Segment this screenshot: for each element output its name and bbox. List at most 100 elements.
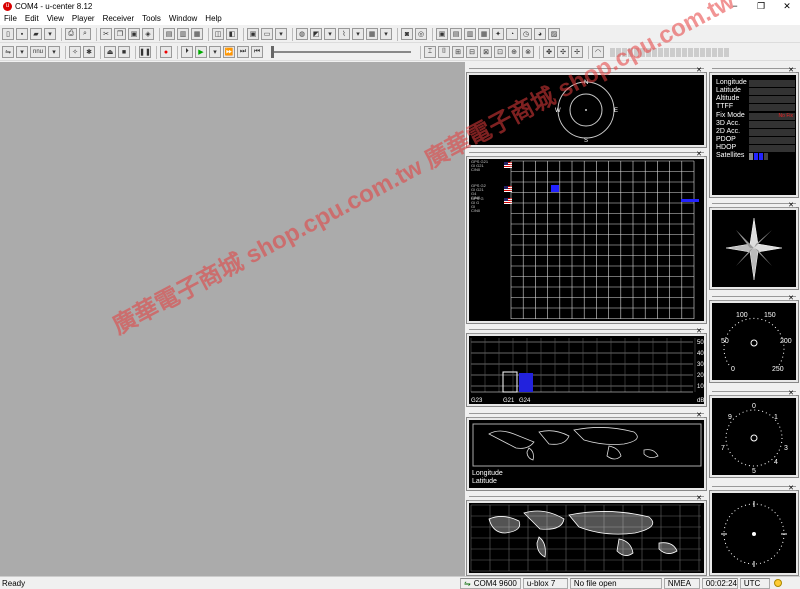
- panel-titlebar[interactable]: [712, 203, 796, 208]
- eject-icon[interactable]: ⏏: [104, 46, 116, 58]
- save-icon[interactable]: ▪: [16, 28, 28, 40]
- panel-close-icon[interactable]: ✕: [788, 389, 794, 397]
- panel-titlebar[interactable]: [712, 296, 796, 301]
- signal-strength-view[interactable]: ✕ 50 40 30 20 10 G23 G21 G24 dB: [466, 328, 707, 407]
- menu-edit[interactable]: Edit: [21, 14, 43, 23]
- data-view-icon[interactable]: ▦: [478, 28, 490, 40]
- print-icon[interactable]: ⎙: [65, 28, 77, 40]
- highlight-icon[interactable]: ◈: [142, 28, 154, 40]
- menu-file[interactable]: File: [0, 14, 21, 23]
- map-view-icon[interactable]: ▨: [548, 28, 560, 40]
- satellite-info-icon[interactable]: ✢: [571, 46, 583, 58]
- close-button[interactable]: ✕: [774, 0, 800, 12]
- antenna-icon[interactable]: ⊗: [522, 46, 534, 58]
- panel-close-icon[interactable]: ✕: [788, 294, 794, 302]
- panel-close-icon[interactable]: ✕: [788, 66, 794, 74]
- menu-player[interactable]: Player: [68, 14, 99, 23]
- clock-config-icon[interactable]: ⊠: [480, 46, 492, 58]
- deviation-map-icon[interactable]: ◙: [401, 28, 413, 40]
- skip-end-icon[interactable]: ⏭: [237, 46, 249, 58]
- clock-view-icon[interactable]: ◷: [520, 28, 532, 40]
- sky-view-icon[interactable]: ◎: [415, 28, 427, 40]
- chart-view-icon[interactable]: ◩: [310, 28, 322, 40]
- record-icon[interactable]: ●: [160, 46, 172, 58]
- panel-close-icon[interactable]: ✕: [696, 150, 702, 158]
- dropdown-arrow-icon[interactable]: ▾: [16, 46, 28, 58]
- panel-titlebar[interactable]: [712, 486, 796, 491]
- panel-titlebar[interactable]: [469, 496, 704, 501]
- autobaud-wand-icon[interactable]: ✧: [69, 46, 81, 58]
- print-preview-icon[interactable]: ⌕: [79, 28, 91, 40]
- nav-icon[interactable]: ⊟: [466, 46, 478, 58]
- window-tile-icon[interactable]: ◫: [212, 28, 224, 40]
- rewind-icon[interactable]: ⏮: [251, 46, 263, 58]
- table-view-icon[interactable]: ▦: [366, 28, 378, 40]
- message-icon[interactable]: ⌷: [438, 46, 450, 58]
- panel-titlebar[interactable]: [469, 68, 704, 73]
- open-folder-icon[interactable]: ▰: [30, 28, 42, 40]
- satellite-grid-view[interactable]: ✕ GPS G21 Gl G21 C/N0 GPS G2 Gl G21 G4 C…: [466, 151, 707, 324]
- window-icon[interactable]: ▭: [261, 28, 273, 40]
- debug-bug-icon[interactable]: ✱: [83, 46, 95, 58]
- menu-window[interactable]: Window: [165, 14, 201, 23]
- panel-titlebar[interactable]: [469, 152, 704, 157]
- gps-icon[interactable]: ⊕: [508, 46, 520, 58]
- headset-icon[interactable]: ◠: [592, 46, 604, 58]
- world-map-view[interactable]: ✕ Longitude Latitude: [466, 412, 707, 491]
- menu-tools[interactable]: Tools: [138, 14, 165, 23]
- panel-titlebar[interactable]: [469, 329, 704, 334]
- step-forward-icon[interactable]: ⏵: [181, 46, 193, 58]
- view-binary-icon[interactable]: ▥: [177, 28, 189, 40]
- compass-view[interactable]: ✕ N E S W: [466, 67, 707, 148]
- new-file-icon[interactable]: ▯: [2, 28, 14, 40]
- panel-close-icon[interactable]: ✕: [696, 411, 702, 419]
- altimeter-view[interactable]: ✕ 0 1 9 3 7 5 4: [709, 390, 799, 478]
- cut-icon[interactable]: ✂: [100, 28, 112, 40]
- window-cascade-icon[interactable]: ◧: [226, 28, 238, 40]
- statistics-view-icon[interactable]: ▣: [436, 28, 448, 40]
- panel-titlebar[interactable]: [712, 68, 796, 73]
- panel-close-icon[interactable]: ✕: [696, 327, 702, 335]
- view-text-icon[interactable]: ▦: [191, 28, 203, 40]
- minimize-button[interactable]: −: [722, 0, 748, 12]
- menu-receiver[interactable]: Receiver: [99, 14, 139, 23]
- maximize-button[interactable]: ❐: [748, 0, 774, 12]
- config-icon[interactable]: ⊞: [452, 46, 464, 58]
- satellite-reset-icon[interactable]: ✣: [557, 46, 569, 58]
- status-port[interactable]: ⇋ COM4 9600: [460, 577, 521, 589]
- altimeter-view-icon[interactable]: ◕: [534, 28, 546, 40]
- poll-icon[interactable]: ⌶: [424, 46, 436, 58]
- dropdown-arrow-icon[interactable]: ▾: [380, 28, 392, 40]
- playback-slider-thumb[interactable]: [271, 46, 274, 58]
- panel-close-icon[interactable]: ✕: [788, 484, 794, 492]
- dropdown-arrow-icon[interactable]: ▾: [209, 46, 221, 58]
- signal-view-icon[interactable]: ▥: [464, 28, 476, 40]
- dropdown-arrow-icon[interactable]: ▾: [324, 28, 336, 40]
- connection-icon[interactable]: ⇋: [2, 46, 14, 58]
- satellite-icon[interactable]: ✤: [543, 46, 555, 58]
- paste-icon[interactable]: ▣: [128, 28, 140, 40]
- speed-view-icon[interactable]: ◔: [506, 28, 518, 40]
- compass-rose-view[interactable]: ✕: [709, 202, 799, 290]
- playback-slider[interactable]: [271, 46, 411, 58]
- dropdown-arrow-icon[interactable]: ▾: [48, 46, 60, 58]
- fast-forward-icon[interactable]: ⏩: [223, 46, 235, 58]
- compass-view-icon[interactable]: ✦: [492, 28, 504, 40]
- data-view[interactable]: ✕ Longitude Latitude Altitude TTFF Fix M…: [709, 67, 799, 198]
- attitude-view[interactable]: ✕: [709, 485, 799, 576]
- panel-close-icon[interactable]: ✕: [788, 201, 794, 209]
- line-chart-icon[interactable]: ⌇: [338, 28, 350, 40]
- pause-icon[interactable]: ❚❚: [139, 46, 151, 58]
- dropdown-arrow-icon[interactable]: ▾: [44, 28, 56, 40]
- stop-icon[interactable]: ■: [118, 46, 130, 58]
- satellite-table-icon[interactable]: ▤: [450, 28, 462, 40]
- speedometer-view[interactable]: ✕ 100 150 50 200 0 250: [709, 295, 799, 383]
- globe-view-icon[interactable]: ◍: [296, 28, 308, 40]
- dropdown-arrow-icon[interactable]: ▾: [352, 28, 364, 40]
- panel-close-icon[interactable]: ✕: [696, 494, 702, 502]
- play-icon[interactable]: ▶: [195, 46, 207, 58]
- console-icon[interactable]: ▣: [247, 28, 259, 40]
- panel-close-icon[interactable]: ✕: [696, 66, 702, 74]
- dropdown-arrow-icon[interactable]: ▾: [275, 28, 287, 40]
- baud-rate-icon[interactable]: nnu: [30, 46, 46, 58]
